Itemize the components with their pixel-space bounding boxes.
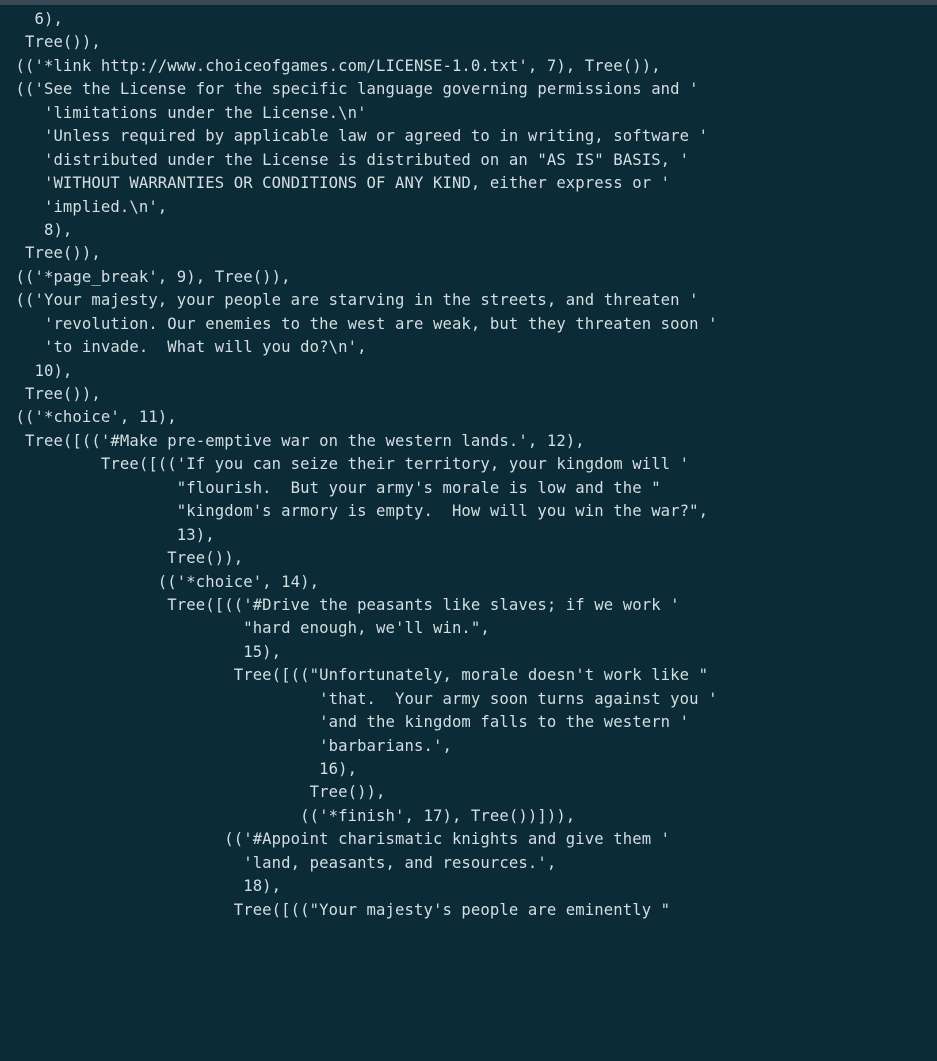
code-line: Tree()), <box>6 244 101 263</box>
code-line: 6), <box>6 10 63 28</box>
code-line: Tree([(("Unfortunately, morale doesn't w… <box>6 666 709 685</box>
code-line: Tree()), <box>6 385 101 403</box>
code-line: 'that. Your army soon turns against you … <box>6 689 718 708</box>
code-line: 'distributed under the License is distri… <box>6 150 690 169</box>
code-line: 10), <box>6 361 73 380</box>
code-line: (('*link http://www.choiceofgames.com/LI… <box>6 56 661 75</box>
code-line: 8), <box>6 220 73 239</box>
code-line: Tree()), <box>6 549 244 568</box>
code-line: (('*page_break', 9), Tree()), <box>6 267 291 286</box>
code-line: 18), <box>6 877 282 896</box>
code-line: Tree()), <box>6 33 101 52</box>
code-line: 'WITHOUT WARRANTIES OR CONDITIONS OF ANY… <box>6 174 671 193</box>
code-line: 'revolution. Our enemies to the west are… <box>6 314 718 333</box>
code-line: 'Unless required by applicable law or ag… <box>6 127 709 146</box>
code-line: 'land, peasants, and resources.', <box>6 853 557 872</box>
code-line: Tree([(("Your majesty's people are emine… <box>6 900 671 919</box>
code-line: Tree([(('#Make pre-emptive war on the we… <box>6 431 585 450</box>
code-line: 'implied.\n', <box>6 197 168 216</box>
code-line: "kingdom's armory is empty. How will you… <box>6 502 709 521</box>
code-line: (('*choice', 14), <box>6 572 320 591</box>
code-line: "hard enough, we'll win.", <box>6 619 490 638</box>
code-line: (('See the License for the specific lang… <box>6 80 699 99</box>
code-line: Tree([(('#Drive the peasants like slaves… <box>6 595 680 614</box>
code-line: 'barbarians.', <box>6 736 452 755</box>
code-line: 15), <box>6 642 282 661</box>
code-line: 'limitations under the License.\n' <box>6 103 367 122</box>
code-line: (('Your majesty, your people are starvin… <box>6 291 699 310</box>
code-line: 'and the kingdom falls to the western ' <box>6 713 690 732</box>
code-line: 16), <box>6 760 358 778</box>
code-line: 'to invade. What will you do?\n', <box>6 338 367 357</box>
code-line: "flourish. But your army's morale is low… <box>6 478 661 497</box>
terminal-output: 6), Tree()), (('*link http://www.choiceo… <box>0 5 937 1061</box>
code-line: (('*finish', 17), Tree())])), <box>6 806 576 825</box>
python-repl-output: 6), Tree()), (('*link http://www.choiceo… <box>0 5 937 922</box>
code-line: (('*choice', 11), <box>6 408 177 427</box>
code-line: (('#Appoint charismatic knights and give… <box>6 830 671 849</box>
code-line: Tree([(('If you can seize their territor… <box>6 455 690 474</box>
code-line: 13), <box>6 525 215 544</box>
code-line: Tree()), <box>6 783 386 802</box>
